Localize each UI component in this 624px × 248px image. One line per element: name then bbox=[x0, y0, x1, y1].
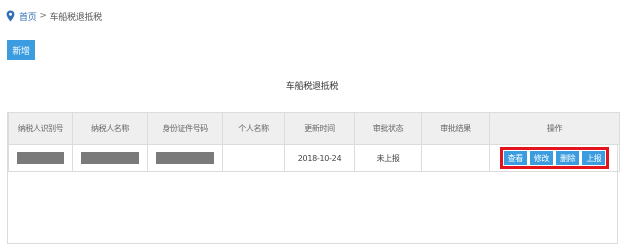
cell-taxpayer-id bbox=[8, 144, 73, 172]
col-header-actions: 操作 bbox=[489, 112, 620, 145]
col-header-approval-result: 审批结果 bbox=[421, 112, 490, 145]
redacted-block bbox=[17, 152, 64, 164]
view-button[interactable]: 查看 bbox=[503, 151, 527, 165]
location-pin-icon bbox=[6, 10, 15, 22]
page-title: 车船税退抵税 bbox=[285, 82, 339, 92]
breadcrumb-current: 车船税退抵税 bbox=[49, 12, 103, 23]
table-header-row: 纳税人识别号 纳税人名称 身份证件号码 个人名称 更新时间 审批状态 审批结果 … bbox=[8, 112, 620, 145]
cell-taxpayer-name bbox=[72, 144, 148, 172]
redacted-block bbox=[81, 152, 139, 164]
action-button-group: 查看 修改 删除 上报 bbox=[499, 147, 610, 169]
edit-button[interactable]: 修改 bbox=[529, 151, 553, 165]
redacted-block bbox=[156, 152, 214, 164]
table-row: 2018-10-24 未上报 查看 修改 删除 上报 bbox=[8, 144, 620, 172]
data-table-panel: 纳税人识别号 纳税人名称 身份证件号码 个人名称 更新时间 审批状态 审批结果 … bbox=[7, 112, 620, 244]
col-header-personal-name: 个人名称 bbox=[222, 112, 285, 145]
cell-id-number bbox=[147, 144, 223, 172]
col-header-approval-status: 审批状态 bbox=[354, 112, 422, 145]
cell-approval-result bbox=[421, 144, 490, 172]
col-header-id-number: 身份证件号码 bbox=[147, 112, 223, 145]
breadcrumb-home-link[interactable]: 首页 bbox=[19, 10, 37, 23]
data-table: 纳税人识别号 纳税人名称 身份证件号码 个人名称 更新时间 审批状态 审批结果 … bbox=[8, 112, 620, 172]
col-header-update-time: 更新时间 bbox=[284, 112, 355, 145]
cell-approval-status: 未上报 bbox=[354, 144, 422, 172]
col-header-taxpayer-name: 纳税人名称 bbox=[72, 112, 148, 145]
cell-update-time: 2018-10-24 bbox=[284, 144, 355, 172]
submit-button[interactable]: 上报 bbox=[582, 151, 606, 165]
delete-button[interactable]: 删除 bbox=[556, 151, 580, 165]
cell-personal-name bbox=[222, 144, 285, 172]
col-header-taxpayer-id: 纳税人识别号 bbox=[8, 112, 73, 145]
cell-actions: 查看 修改 删除 上报 bbox=[489, 144, 620, 172]
add-button[interactable]: 新增 bbox=[7, 40, 35, 60]
breadcrumb-separator: > bbox=[39, 11, 47, 21]
breadcrumb: 首页 > 车船税退抵税 bbox=[6, 9, 102, 23]
